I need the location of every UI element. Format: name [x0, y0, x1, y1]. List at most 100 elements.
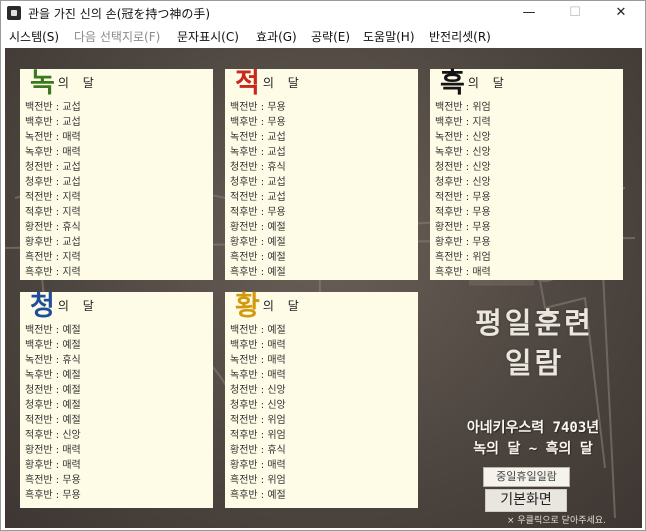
- list-item: 황전반 : 무용: [435, 222, 491, 233]
- list-item: 녹전반 : 매력: [25, 132, 81, 143]
- training-list: 백전반 : 무용 백후반 : 무용 녹전반 : 교섭 녹후반 : 교섭 청전반 …: [230, 100, 286, 280]
- panel-green-month: 녹의 달 백전반 : 교섭 백후반 : 교섭 녹전반 : 매력 녹후반 : 매력…: [20, 69, 213, 280]
- list-item: 청전반 : 휴식: [230, 162, 286, 173]
- list-item: 적전반 : 교섭: [230, 192, 286, 203]
- list-item: 녹전반 : 교섭: [230, 132, 286, 143]
- list-item: 흑후반 : 예절: [230, 267, 286, 278]
- panel-title: 흑의 달: [440, 69, 509, 99]
- game-screen[interactable]: 관 손 녹의 달 백전반 : 교섭 백후반 : 교섭 녹전반 : 매력 녹후반 …: [5, 48, 642, 528]
- list-item: 황전반 : 휴식: [230, 445, 286, 456]
- list-item: 녹전반 : 신앙: [435, 132, 491, 143]
- close-hint: × 우클릭으로 닫아주세요.: [507, 516, 606, 526]
- list-item: 적전반 : 예절: [25, 415, 81, 426]
- app-icon: [7, 6, 21, 20]
- list-item: 백후반 : 예절: [25, 340, 81, 351]
- panel-red-month: 적의 달 백전반 : 무용 백후반 : 무용 녹전반 : 교섭 녹후반 : 교섭…: [225, 69, 418, 280]
- panel-title-rest: 의 달: [262, 76, 304, 90]
- panel-title-rest: 의 달: [57, 76, 99, 90]
- list-item: 백전반 : 예절: [230, 325, 286, 336]
- panel-yellow-month: 황의 달 백전반 : 예절 백후반 : 매력 녹전반 : 매력 녹후반 : 매력…: [225, 292, 418, 508]
- list-item: 청후반 : 예절: [25, 400, 81, 411]
- list-item: 청후반 : 신앙: [435, 177, 491, 188]
- main-screen-button[interactable]: 기본화면: [485, 489, 567, 512]
- list-item: 청후반 : 신앙: [230, 400, 286, 411]
- list-item: 녹후반 : 매력: [230, 370, 286, 381]
- list-item: 백전반 : 교섭: [25, 102, 81, 113]
- list-item: 청전반 : 예절: [25, 385, 81, 396]
- list-item: 흑후반 : 예절: [230, 490, 286, 501]
- panel-title: 청의 달: [30, 292, 99, 322]
- list-item: 청전반 : 신앙: [435, 162, 491, 173]
- panel-title-big: 흑: [440, 68, 465, 99]
- training-list: 백전반 : 위엄 백후반 : 지력 녹전반 : 신앙 녹후반 : 신앙 청전반 …: [435, 100, 491, 280]
- panel-title-rest: 의 달: [57, 299, 99, 313]
- list-item: 황전반 : 휴식: [25, 222, 81, 233]
- list-item: 황후반 : 무용: [435, 237, 491, 248]
- list-item: 백전반 : 무용: [230, 102, 286, 113]
- list-item: 흑전반 : 위엄: [230, 475, 286, 486]
- panel-black-month: 흑의 달 백전반 : 위엄 백후반 : 지력 녹전반 : 신앙 녹후반 : 신앙…: [430, 69, 623, 280]
- list-item: 녹후반 : 교섭: [230, 147, 286, 158]
- maximize-button[interactable]: ☐: [553, 1, 597, 25]
- panel-title: 녹의 달: [30, 69, 99, 99]
- list-item: 백전반 : 예절: [25, 325, 81, 336]
- list-item: 청전반 : 신앙: [230, 385, 286, 396]
- menu-reset[interactable]: 반전리셋(R): [429, 28, 491, 45]
- menu-system[interactable]: 시스템(S): [9, 28, 59, 45]
- panel-title-big: 녹: [30, 68, 55, 99]
- minimize-button[interactable]: —: [507, 1, 551, 25]
- list-item: 녹전반 : 매력: [230, 355, 286, 366]
- app-window: 관을 가진 신의 손(冠を持つ神の手) — ☐ ✕ 시스템(S) 다음 선택지로…: [0, 0, 646, 531]
- list-item: 적후반 : 무용: [435, 207, 491, 218]
- list-item: 흑후반 : 지력: [25, 267, 81, 278]
- menu-text-display[interactable]: 문자표시(C): [177, 28, 239, 45]
- panel-title-rest: 의 달: [467, 76, 509, 90]
- menu-effects[interactable]: 효과(G): [256, 28, 297, 45]
- list-item: 적후반 : 지력: [25, 207, 81, 218]
- list-item: 황전반 : 예절: [230, 222, 286, 233]
- list-item: 녹후반 : 신앙: [435, 147, 491, 158]
- training-list: 백전반 : 예절 백후반 : 예절 녹전반 : 휴식 녹후반 : 예절 청전반 …: [25, 323, 81, 503]
- list-item: 청후반 : 교섭: [230, 177, 286, 188]
- list-item: 흑후반 : 매력: [435, 267, 491, 278]
- list-item: 백후반 : 무용: [230, 117, 286, 128]
- list-item: 흑전반 : 지력: [25, 252, 81, 263]
- list-item: 녹전반 : 휴식: [25, 355, 81, 366]
- close-button[interactable]: ✕: [599, 1, 643, 25]
- holiday-list-button[interactable]: 중일휴일일람: [483, 467, 570, 487]
- training-list: 백전반 : 교섭 백후반 : 교섭 녹전반 : 매력 녹후반 : 매력 청전반 …: [25, 100, 81, 280]
- panel-title: 황의 달: [235, 292, 304, 322]
- list-item: 흑전반 : 예절: [230, 252, 286, 263]
- schedule-title-line2: 일람: [504, 346, 565, 380]
- list-item: 황후반 : 예절: [230, 237, 286, 248]
- title-bar: 관을 가진 신의 손(冠を持つ神の手) — ☐ ✕: [1, 1, 645, 25]
- panel-title-big: 황: [235, 291, 260, 322]
- list-item: 흑후반 : 무용: [25, 490, 81, 501]
- list-item: 청전반 : 교섭: [25, 162, 81, 173]
- list-item: 백전반 : 위엄: [435, 102, 491, 113]
- menu-next-choice[interactable]: 다음 선택지로(F): [74, 28, 160, 45]
- list-item: 적후반 : 위엄: [230, 430, 286, 441]
- list-item: 녹후반 : 예절: [25, 370, 81, 381]
- month-range-label: 녹의 달 ~ 흑의 달: [473, 441, 593, 457]
- list-item: 적전반 : 위엄: [230, 415, 286, 426]
- list-item: 황후반 : 매력: [230, 460, 286, 471]
- list-item: 황후반 : 매력: [25, 460, 81, 471]
- year-label: 아네키우스력 7403년: [466, 420, 600, 436]
- list-item: 황전반 : 매력: [25, 445, 81, 456]
- list-item: 황후반 : 교섭: [25, 237, 81, 248]
- list-item: 녹후반 : 매력: [25, 147, 81, 158]
- window-title: 관을 가진 신의 손(冠を持つ神の手): [28, 7, 211, 21]
- list-item: 백후반 : 매력: [230, 340, 286, 351]
- menu-bar: 시스템(S) 다음 선택지로(F) 문자표시(C) 효과(G) 공략(E) 도움…: [1, 25, 645, 46]
- panel-title: 적의 달: [235, 69, 304, 99]
- menu-help[interactable]: 도움말(H): [363, 28, 415, 45]
- menu-strategy[interactable]: 공략(E): [311, 28, 350, 45]
- list-item: 흑전반 : 위엄: [435, 252, 491, 263]
- panel-title-big: 청: [30, 291, 55, 322]
- panel-title-rest: 의 달: [262, 299, 304, 313]
- panel-title-big: 적: [235, 68, 260, 99]
- list-item: 적전반 : 지력: [25, 192, 81, 203]
- list-item: 백후반 : 지력: [435, 117, 491, 128]
- schedule-title-line1: 평일훈련: [475, 306, 594, 340]
